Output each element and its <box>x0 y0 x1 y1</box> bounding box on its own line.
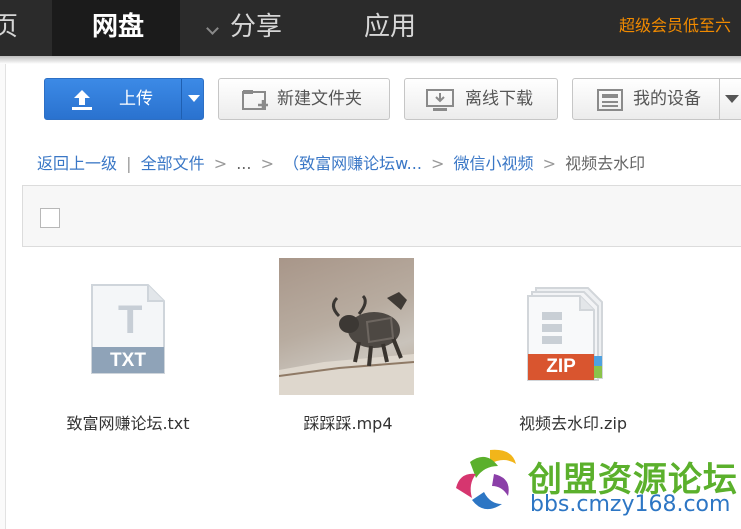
breadcrumb-all-files-link[interactable]: 全部文件 <box>141 154 205 173</box>
zip-badge: ZIP <box>546 356 576 377</box>
nav-shadow <box>0 56 741 64</box>
new-folder-button[interactable]: 新建文件夹 <box>218 78 390 120</box>
file-list-header <box>22 185 741 247</box>
file-item[interactable]: T TXT 致富网赚论坛.txt <box>43 258 213 438</box>
watermark-emblem-icon <box>456 449 516 510</box>
upload-divider <box>181 79 182 119</box>
sidebar-edge <box>0 64 6 529</box>
file-item[interactable]: ZIP 视频去水印.zip <box>488 258 658 438</box>
watermark-logo: 创盟资源论坛 bbs.cmzy168.com <box>448 440 738 526</box>
my-devices-label: 我的设备 <box>633 89 701 109</box>
offline-download-icon <box>426 89 454 111</box>
new-folder-label: 新建文件夹 <box>277 89 362 109</box>
nav-item-apps[interactable]: 应用 <box>364 0 416 56</box>
watermark-url: bbs.cmzy168.com <box>530 492 731 517</box>
breadcrumb-folder-link[interactable]: （致富网赚论坛w... <box>283 154 422 173</box>
select-all-checkbox[interactable] <box>40 208 60 228</box>
breadcrumb-current: 视频去水印 <box>565 154 646 173</box>
upload-dropdown-caret-icon[interactable] <box>188 95 200 102</box>
breadcrumb-bar: | <box>126 154 132 173</box>
offline-download-label: 离线下载 <box>465 89 533 109</box>
chevron-down-icon <box>206 22 219 35</box>
nav-item-netdisk-label: 网盘 <box>92 12 145 42</box>
breadcrumb-separator: > <box>260 154 274 173</box>
upload-button[interactable]: 上传 <box>44 78 204 120</box>
breadcrumb-separator: > <box>542 154 557 173</box>
txt-glyph: T <box>118 298 143 342</box>
breadcrumb-ellipsis[interactable]: ... <box>236 154 251 173</box>
offline-download-button[interactable]: 离线下载 <box>404 78 558 120</box>
upload-label: 上传 <box>119 89 153 109</box>
my-devices-button[interactable]: 我的设备 <box>572 78 741 120</box>
file-item[interactable]: 踩踩踩.mp4 <box>263 258 433 438</box>
txt-badge: TXT <box>110 350 146 371</box>
video-thumbnail <box>279 258 414 395</box>
video-thumbnail-image <box>279 292 414 395</box>
breadcrumb-separator: > <box>213 154 228 173</box>
vip-promo-link[interactable]: 超级会员低至六 <box>619 0 741 56</box>
upload-icon <box>72 90 92 110</box>
device-icon <box>597 89 623 111</box>
breadcrumb-folder-link[interactable]: 微信小视频 <box>454 154 534 173</box>
new-folder-icon <box>242 90 268 110</box>
file-name[interactable]: 致富网赚论坛.txt <box>43 410 213 434</box>
devices-divider <box>719 79 720 119</box>
breadcrumb-separator: > <box>431 154 445 173</box>
breadcrumb: 返回上一级 | 全部文件 > ... > （致富网赚论坛w... > 微信小视频… <box>37 150 649 174</box>
nav-item-share[interactable]: 分享 <box>230 0 282 56</box>
top-navigation: 页 网盘 分享 应用 超级会员低至六 <box>0 0 741 56</box>
file-name[interactable]: 踩踩踩.mp4 <box>263 410 433 434</box>
file-name[interactable]: 视频去水印.zip <box>488 410 658 434</box>
nav-item-home[interactable]: 页 <box>0 0 18 56</box>
nav-item-netdisk[interactable]: 网盘 <box>52 0 219 56</box>
breadcrumb-back-link[interactable]: 返回上一级 <box>37 154 117 173</box>
devices-dropdown-caret-icon[interactable] <box>725 95 739 103</box>
